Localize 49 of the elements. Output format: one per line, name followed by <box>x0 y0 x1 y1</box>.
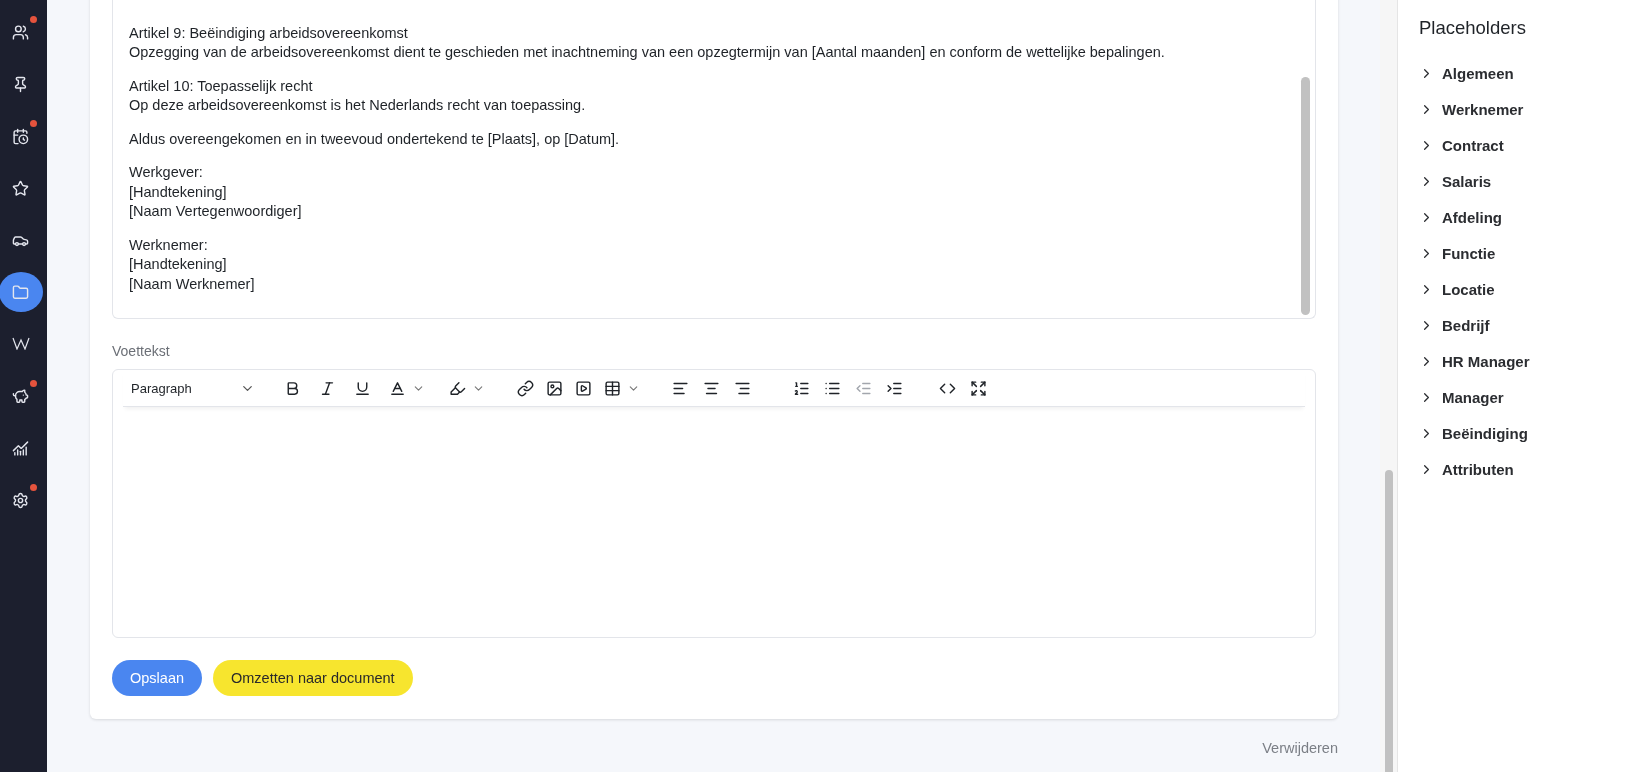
calendar-clock-icon <box>12 127 29 145</box>
placeholder-group[interactable]: Werknemer <box>1419 91 1524 127</box>
save-button[interactable]: Opslaan <box>112 660 202 696</box>
notification-dot <box>29 120 37 127</box>
w-letter-icon <box>11 336 30 350</box>
piggy-bank-icon <box>12 387 29 405</box>
chart-icon <box>12 439 29 457</box>
editor-paragraph: Werknemer: [Handtekening] [Naam Werknemer] <box>129 235 256 294</box>
editor-paragraph: Aldus overeengekomen en in tweevoud ondertekend te [Plaats], op [Datum]. <box>129 129 621 149</box>
video-icon <box>574 379 592 397</box>
link-icon <box>516 379 534 397</box>
placeholder-group[interactable]: HR Manager <box>1419 343 1530 379</box>
placeholder-group[interactable]: Beëindiging <box>1419 415 1528 451</box>
ordered-list-icon <box>792 379 810 397</box>
editor-paragraph: Artikel 10: Toepasselijk recht Op deze arbeidsovereenkomst is het Nederlands recht van toepassing. <box>129 76 587 115</box>
placeholder-group[interactable]: Attributen <box>1419 451 1514 487</box>
placeholder-group[interactable]: Algemeen <box>1419 55 1514 91</box>
block-format-dropdown[interactable]: Paragraph <box>123 380 255 396</box>
pin-icon <box>12 75 29 93</box>
nav-button[interactable] <box>0 272 43 312</box>
placeholder-group[interactable]: Afdeling <box>1419 199 1502 235</box>
page-scrollbar[interactable] <box>1380 0 1398 772</box>
placeholder-group[interactable]: Bedrijf <box>1419 307 1490 343</box>
highlight-icon <box>448 379 466 397</box>
underline-icon <box>353 379 371 397</box>
text-color-icon <box>388 379 406 397</box>
placeholder-group[interactable]: Locatie <box>1419 271 1495 307</box>
notification-dot <box>29 380 37 387</box>
notification-dot <box>29 16 37 23</box>
convert-button[interactable]: Omzetten naar document <box>213 660 413 696</box>
fullscreen-icon <box>969 379 987 397</box>
editor-paragraph: Artikel 9: Beëindiging arbeidsovereenkomst Opzegging van de arbeidsovereenkomst dient te geschieden met inachtneming van een opzegtermijn van [Aantal maanden] en conform de wettelijke bepalingen. <box>129 23 1166 62</box>
settings-icon <box>12 491 29 509</box>
star-icon <box>12 179 29 197</box>
placeholder-group[interactable]: Functie <box>1419 235 1496 271</box>
image-icon <box>545 379 563 397</box>
people-icon <box>12 23 29 41</box>
placeholder-group[interactable]: Contract <box>1419 127 1504 163</box>
body-editor[interactable] <box>112 0 1316 319</box>
placeholder-group[interactable]: Salaris <box>1419 163 1492 199</box>
notification-dot <box>29 484 37 491</box>
editor-paragraph: Werkgever: [Handtekening] [Naam Vertegenwoordiger] <box>129 163 303 221</box>
scrollbar-thumb[interactable] <box>1301 77 1310 315</box>
folder-icon <box>12 283 29 301</box>
placeholder-group[interactable]: Manager <box>1419 379 1504 415</box>
table-icon <box>603 379 621 397</box>
panel-title: Placeholders <box>1419 17 1527 39</box>
field-label: Voettekst <box>112 343 171 359</box>
delete-link[interactable]: Verwijderen <box>1262 740 1338 756</box>
